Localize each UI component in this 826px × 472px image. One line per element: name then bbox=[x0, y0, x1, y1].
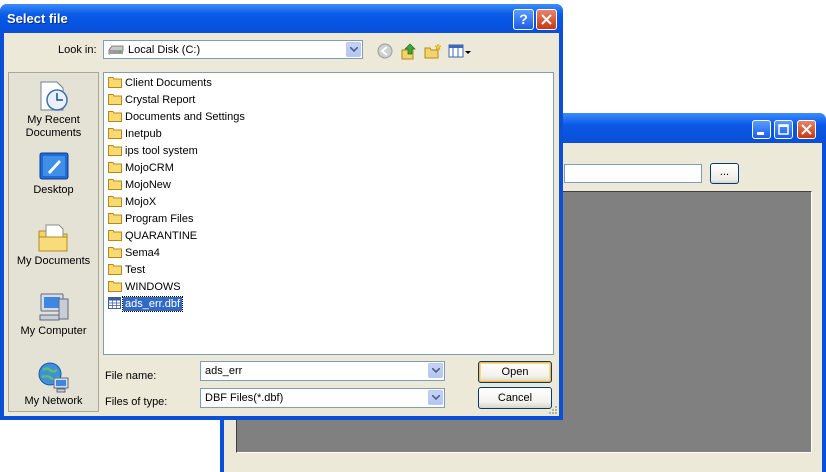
folder-icon bbox=[108, 77, 122, 88]
cancel-button[interactable]: Cancel bbox=[478, 387, 552, 409]
folder-icon bbox=[108, 145, 122, 156]
folder-icon bbox=[108, 213, 122, 224]
place-label: My Computer bbox=[20, 325, 87, 337]
browse-button[interactable]: ... bbox=[710, 163, 739, 184]
path-input[interactable] bbox=[564, 164, 702, 183]
folder-icon bbox=[108, 230, 122, 241]
my-network-icon bbox=[38, 362, 68, 393]
my-documents-icon bbox=[38, 224, 67, 252]
folder-icon bbox=[108, 196, 122, 207]
place-label: My Documents bbox=[16, 255, 91, 267]
dialog-client: Look in: Local Disk (C:) My Recent Docum… bbox=[4, 33, 559, 416]
place-my-computer[interactable]: My Computer bbox=[9, 291, 98, 338]
maximize-button[interactable] bbox=[774, 120, 793, 139]
resize-grip-icon[interactable] bbox=[548, 405, 558, 415]
file-type-combo[interactable]: DBF Files(*.dbf) bbox=[200, 388, 445, 408]
folder-icon bbox=[108, 247, 122, 258]
look-in-value: Local Disk (C:) bbox=[128, 44, 201, 56]
open-button[interactable]: Open bbox=[478, 361, 552, 383]
chevron-down-icon bbox=[350, 47, 358, 52]
new-folder-icon[interactable] bbox=[424, 43, 442, 60]
minimize-icon bbox=[757, 132, 764, 135]
maximize-icon bbox=[778, 124, 789, 135]
folder-icon bbox=[108, 111, 122, 122]
file-type-value: DBF Files(*.dbf) bbox=[205, 392, 284, 404]
folder-icon bbox=[108, 162, 122, 173]
places-bar: My Recent Documents Desktop My Documents bbox=[8, 72, 99, 412]
look-in-dropdown-button[interactable] bbox=[346, 42, 361, 57]
help-icon: ? bbox=[519, 11, 528, 27]
my-computer-icon bbox=[39, 293, 68, 321]
file-name-label: File name: bbox=[105, 370, 157, 382]
file-name-combo[interactable]: ads_err bbox=[200, 361, 445, 381]
desktop-icon bbox=[39, 152, 68, 180]
file-type-dropdown-button[interactable] bbox=[428, 390, 443, 405]
recent-documents-icon bbox=[40, 81, 68, 111]
folder-icon bbox=[108, 128, 122, 139]
dbf-file-icon bbox=[108, 297, 121, 309]
file-type-label: Files of type: bbox=[105, 396, 168, 408]
help-button[interactable]: ? bbox=[513, 9, 534, 30]
folder-icon bbox=[108, 281, 122, 292]
file-list[interactable]: Client Documents Crystal Report Document… bbox=[103, 72, 554, 355]
close-icon bbox=[801, 124, 812, 135]
look-in-combo[interactable]: Local Disk (C:) bbox=[103, 40, 363, 59]
close-button[interactable] bbox=[797, 120, 816, 139]
select-file-dialog: Select file ? Look in: Local Disk (C:) M… bbox=[0, 4, 563, 420]
dialog-titlebar[interactable]: Select file ? bbox=[0, 4, 563, 33]
file-name-dropdown-button[interactable] bbox=[428, 363, 443, 378]
dialog-close-button[interactable] bbox=[536, 9, 557, 30]
place-label: My Network bbox=[24, 395, 83, 407]
close-icon bbox=[541, 14, 552, 25]
place-my-network[interactable]: My Network bbox=[9, 361, 98, 408]
chevron-down-icon bbox=[432, 368, 440, 373]
chevron-down-icon bbox=[432, 395, 440, 400]
back-icon[interactable] bbox=[377, 43, 394, 60]
folder-icon bbox=[108, 264, 122, 275]
drive-icon bbox=[108, 45, 124, 55]
up-folder-icon[interactable] bbox=[401, 43, 418, 60]
view-menu-icon[interactable] bbox=[448, 43, 472, 60]
dialog-title: Select file bbox=[7, 11, 68, 26]
place-my-documents[interactable]: My Documents bbox=[9, 221, 98, 268]
place-my-recent-documents[interactable]: My Recent Documents bbox=[9, 80, 98, 140]
place-label: My Recent Documents bbox=[25, 114, 82, 139]
folder-icon bbox=[108, 94, 122, 105]
place-desktop[interactable]: Desktop bbox=[9, 150, 98, 197]
place-label: Desktop bbox=[33, 184, 74, 196]
look-in-label: Look in: bbox=[58, 44, 97, 56]
file-name-value: ads_err bbox=[205, 365, 243, 377]
minimize-button[interactable] bbox=[752, 120, 771, 139]
folder-icon bbox=[108, 179, 122, 190]
